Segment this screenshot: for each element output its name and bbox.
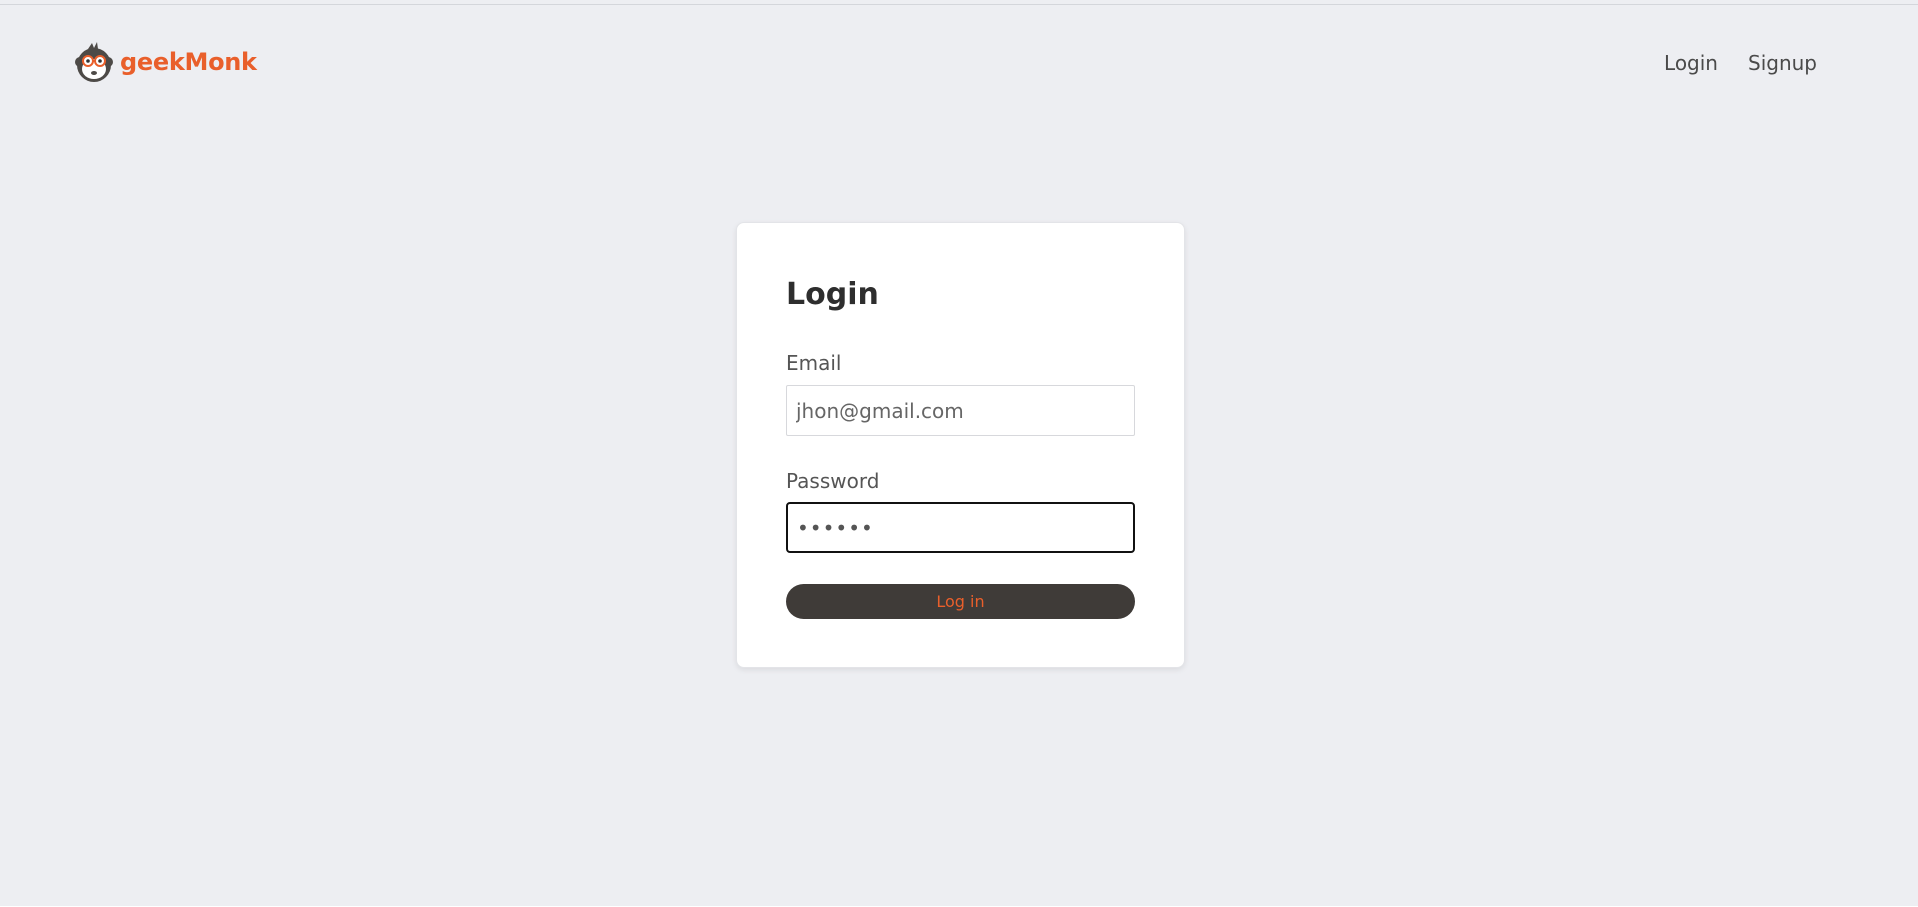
page-title: Login — [786, 277, 879, 312]
login-card: Login Email Password Log in — [736, 222, 1185, 668]
brand-link[interactable]: geekMonk — [73, 41, 257, 83]
monkey-face-icon — [75, 42, 113, 82]
login-button[interactable]: Log in — [786, 584, 1135, 619]
password-field[interactable] — [786, 502, 1135, 553]
nav-signup-link[interactable]: Signup — [1748, 51, 1817, 75]
navbar: geekMonk Login Signup — [0, 5, 1918, 125]
email-field[interactable] — [786, 385, 1135, 436]
brand-name: geekMonk — [120, 48, 257, 76]
password-label: Password — [786, 469, 880, 493]
email-label: Email — [786, 351, 842, 375]
nav-links: Login Signup — [1664, 51, 1817, 75]
nav-login-link[interactable]: Login — [1664, 51, 1718, 75]
